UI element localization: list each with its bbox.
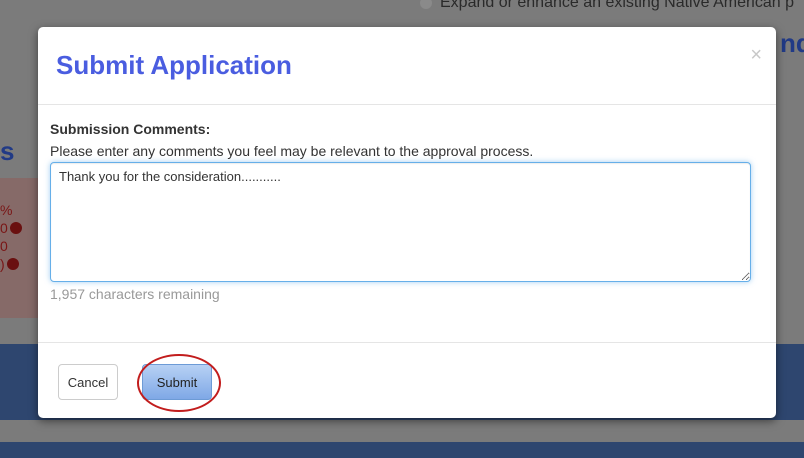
submit-application-modal: Submit Application × Submission Comments… [38, 27, 776, 418]
background-heading-fragment: nd [780, 28, 804, 58]
comments-label: Submission Comments: [50, 121, 211, 137]
modal-header: Submit Application × [38, 27, 776, 105]
close-icon[interactable]: × [750, 45, 762, 65]
background-alert-panel: % 0 0 ) [0, 178, 38, 318]
submission-comments-textarea[interactable]: Thank you for the consideration.........… [50, 162, 751, 282]
modal-body: Submission Comments: Please enter any co… [50, 121, 764, 302]
background-option-text: Expand or enhance an existing Native Ame… [420, 0, 794, 12]
panel-line: 0 [0, 220, 22, 236]
panel-line: 0 [0, 238, 8, 254]
modal-footer: Cancel Submit [38, 342, 776, 419]
panel-line: % [0, 202, 13, 218]
help-icon [9, 222, 22, 234]
comments-help-text: Please enter any comments you feel may b… [50, 143, 534, 159]
modal-title: Submit Application [56, 50, 292, 80]
cancel-button[interactable]: Cancel [58, 364, 118, 400]
background-heading-fragment-left: s [0, 136, 15, 166]
radio-icon [420, 0, 432, 9]
submit-button[interactable]: Submit [142, 364, 212, 400]
background-bottom-band [0, 442, 804, 458]
panel-line: ) [0, 256, 19, 272]
help-icon [6, 258, 19, 270]
characters-remaining: 1,957 characters remaining [50, 286, 220, 302]
background-divider [0, 420, 804, 442]
